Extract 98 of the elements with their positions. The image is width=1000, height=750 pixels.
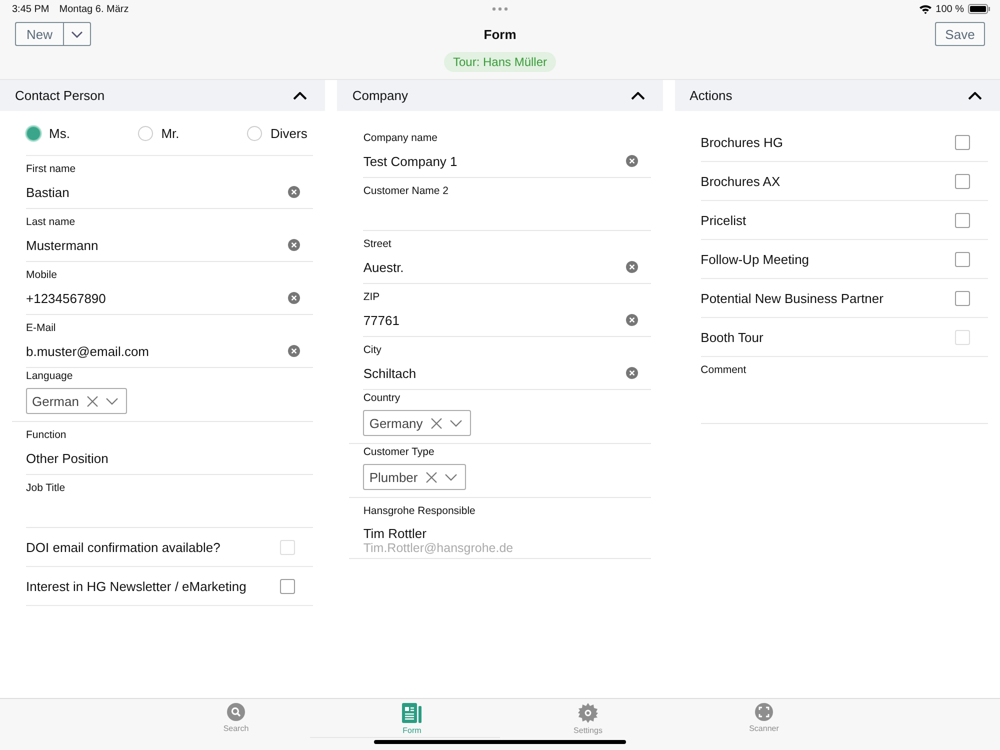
field-value: Test Company 1 [363, 154, 458, 168]
field-value: Mustermann [26, 238, 98, 252]
checkbox-label: Interest in HG Newsletter / eMarketing [26, 578, 246, 594]
status-time: 3:45 PM [12, 4, 50, 14]
radio-option[interactable]: Ms. [26, 126, 70, 140]
save-button[interactable]: Save [935, 22, 985, 46]
field-label: Last name [26, 216, 76, 228]
input-field[interactable]: Comment [700, 357, 988, 424]
checkbox-label: Brochures HG [700, 134, 784, 150]
screen-title: Form [484, 26, 516, 42]
input-field[interactable]: E-Mail b.muster@email.com [26, 315, 314, 368]
clear-icon[interactable] [288, 345, 300, 357]
gear-icon [578, 703, 598, 723]
field-value: Auestr. [363, 260, 404, 274]
clear-icon[interactable] [426, 472, 437, 482]
field-label: Customer Type [363, 446, 436, 458]
input-field[interactable]: Function Other Position [26, 422, 314, 475]
clear-icon[interactable] [288, 186, 300, 198]
status-date: Montag 6. März [59, 4, 129, 14]
scan-icon [755, 703, 773, 721]
search-icon [227, 703, 245, 721]
person-name: Tim Rottler [363, 526, 428, 541]
section-header[interactable]: Company [337, 80, 663, 111]
radio-label: Mr. [161, 126, 180, 140]
battery-percent: 100 % [936, 4, 964, 14]
section-header[interactable]: Actions [674, 80, 1000, 111]
clear-icon[interactable] [626, 155, 638, 167]
clear-icon[interactable] [430, 418, 442, 428]
field-label: Hansgrohe Responsible [363, 505, 476, 517]
field-value: Bastian [26, 184, 70, 200]
field-value: Other Position [26, 450, 108, 466]
field-label: E-Mail [26, 322, 57, 334]
clear-icon[interactable] [288, 239, 300, 251]
section-title: Company [352, 88, 408, 103]
input-field[interactable]: Customer Name 2 [363, 178, 651, 231]
chevron-down-icon [450, 420, 462, 426]
input-field[interactable]: Last name Mustermann [26, 209, 314, 262]
person-email: Tim.Rottler@hansgrohe.de [363, 541, 514, 555]
input-field[interactable]: Job Title [26, 475, 314, 528]
checkbox-label: Booth Tour [700, 330, 764, 344]
field-label: Comment [700, 364, 748, 376]
dropdown-field[interactable]: German [26, 388, 127, 414]
caret-icon [71, 30, 83, 38]
field-label: Country [363, 392, 402, 404]
field-label: Street [363, 238, 392, 250]
field-label: ZIP [363, 291, 381, 303]
field-label: Language [26, 370, 74, 382]
input-field[interactable]: Street Auestr. [363, 231, 651, 284]
checkbox-label: Pricelist [700, 212, 746, 228]
field-label: First name [26, 163, 77, 175]
radio-label: Ms. [49, 126, 70, 140]
input-field[interactable]: First name Bastian [26, 156, 314, 209]
checkbox[interactable] [954, 212, 970, 228]
clear-icon[interactable] [288, 292, 300, 304]
chevron-down-icon [444, 474, 457, 480]
checkbox[interactable] [280, 578, 296, 594]
field-label: City [363, 344, 382, 356]
radio-option[interactable]: Divers [247, 126, 308, 140]
section-header[interactable]: Contact Person [0, 80, 326, 111]
radio-option[interactable]: Mr. [138, 126, 180, 140]
field-label: Customer Name 2 [363, 185, 450, 197]
field-value: Schiltach [363, 366, 416, 380]
new-options-button[interactable] [63, 22, 91, 46]
checkbox-label: Potential New Business Partner [700, 290, 884, 306]
input-field[interactable]: Mobile +1234567890 [26, 262, 314, 315]
field-label: Function [26, 429, 68, 441]
field-label: Company name [363, 132, 438, 144]
field-value: 77761 [363, 312, 400, 328]
clear-icon[interactable] [626, 367, 638, 379]
checkbox[interactable] [954, 174, 970, 188]
section-title: Actions [690, 88, 732, 103]
field-value: b.muster@email.com [26, 344, 150, 358]
dropdown-field[interactable]: Plumber [363, 464, 466, 490]
input-field[interactable]: Company name Test Company 1 [363, 125, 651, 178]
dropdown-field[interactable]: Germany [363, 410, 471, 436]
clear-icon[interactable] [626, 261, 638, 273]
clear-icon[interactable] [626, 314, 638, 326]
field-value: +1234567890 [26, 290, 106, 306]
checkbox-label: DOI email confirmation available? [26, 540, 220, 554]
chevron-down-icon [106, 398, 118, 404]
input-field[interactable]: City Schiltach [363, 337, 651, 390]
document-icon [402, 703, 422, 723]
battery-icon [968, 4, 990, 14]
more-dots-icon[interactable] [492, 7, 508, 11]
field-label: Mobile [26, 269, 58, 281]
input-field[interactable]: ZIP 77761 [363, 284, 651, 337]
new-button[interactable]: New [15, 22, 63, 46]
tour-badge: Tour: Hans Müller [444, 52, 556, 72]
checkbox-label: Brochures AX [700, 174, 780, 188]
checkbox[interactable] [954, 290, 970, 306]
field-label: Job Title [26, 482, 66, 494]
section-title: Contact Person [15, 88, 105, 103]
checkbox-label: Follow-Up Meeting [700, 252, 810, 266]
radio-label: Divers [270, 126, 308, 140]
clear-icon[interactable] [86, 396, 98, 406]
wifi-icon [918, 4, 932, 14]
checkbox[interactable] [954, 252, 970, 266]
checkbox[interactable] [954, 134, 970, 150]
